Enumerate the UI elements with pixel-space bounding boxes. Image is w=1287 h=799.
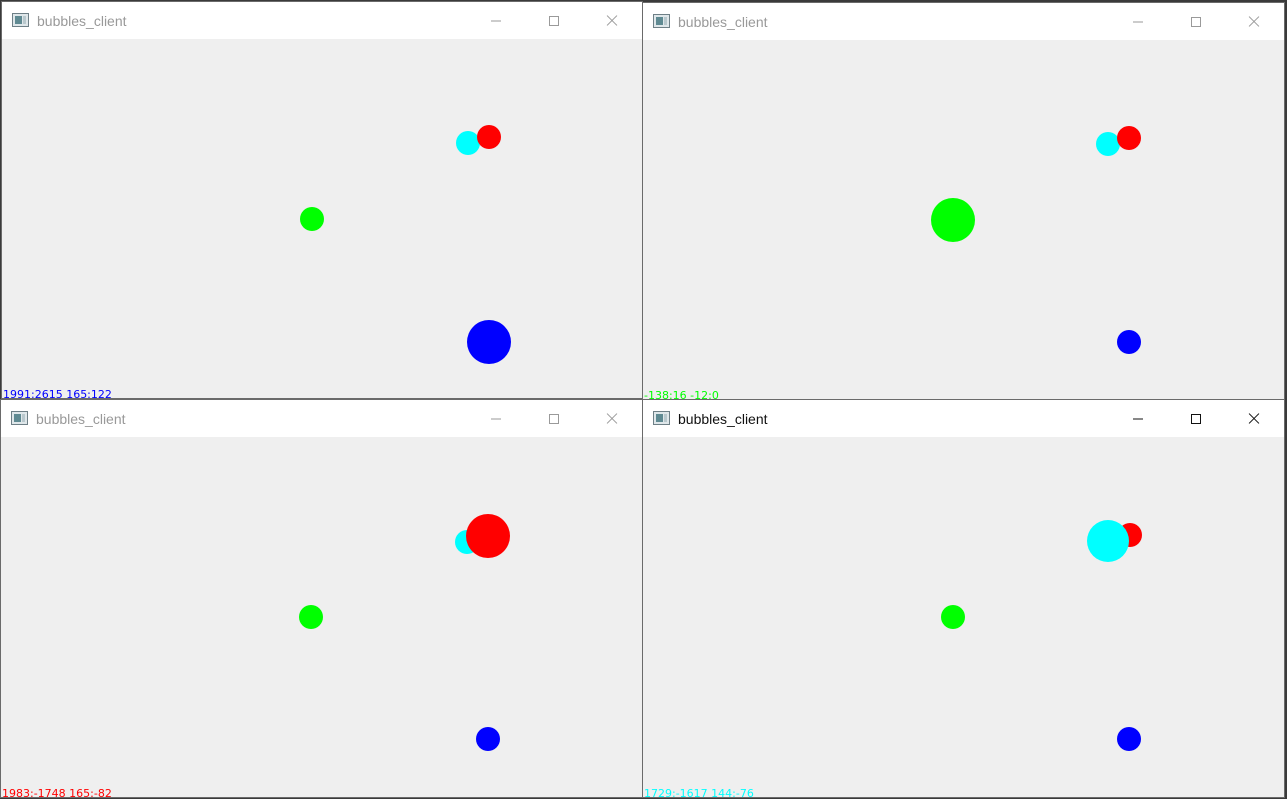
close-button[interactable]: [583, 400, 641, 437]
status-readout: 1729:-1617 144:-76: [644, 787, 754, 798]
bubble-canvas[interactable]: 1983:-1748 165:-82: [1, 437, 642, 797]
app-window-icon: [653, 14, 670, 28]
title-bar[interactable]: bubbles_client: [1, 400, 642, 437]
minimize-button[interactable]: [1109, 3, 1167, 40]
close-button[interactable]: [583, 2, 641, 39]
desktop: bubbles_client 1991:2615 165:122 bubbles…: [0, 0, 1287, 799]
close-icon: [605, 14, 619, 28]
maximize-icon: [549, 413, 559, 424]
red-bubble: [1117, 126, 1141, 150]
maximize-button[interactable]: [1167, 3, 1225, 40]
close-icon: [1247, 412, 1261, 426]
bubbles-window-top-right[interactable]: bubbles_client -138:16 -12:0: [642, 2, 1285, 400]
close-button[interactable]: [1225, 400, 1283, 437]
window-title: bubbles_client: [678, 14, 768, 30]
bubble-canvas[interactable]: 1729:-1617 144:-76: [643, 437, 1284, 797]
green-bubble: [300, 207, 324, 231]
minimize-button[interactable]: [1109, 400, 1167, 437]
app-window-icon: [653, 411, 670, 425]
title-bar[interactable]: bubbles_client: [643, 3, 1284, 40]
maximize-button[interactable]: [525, 400, 583, 437]
title-bar[interactable]: bubbles_client: [2, 2, 642, 39]
cyan-bubble: [1087, 520, 1129, 562]
green-bubble: [931, 198, 975, 242]
window-title: bubbles_client: [37, 13, 127, 29]
close-icon: [605, 412, 619, 426]
bubble-canvas[interactable]: -138:16 -12:0: [643, 40, 1284, 399]
maximize-icon: [1191, 413, 1201, 424]
green-bubble: [941, 605, 965, 629]
app-window-icon: [12, 13, 29, 27]
window-title: bubbles_client: [36, 411, 126, 427]
window-title: bubbles_client: [678, 411, 768, 427]
close-button[interactable]: [1225, 3, 1283, 40]
maximize-icon: [1191, 16, 1201, 27]
minimize-icon: [491, 418, 501, 419]
maximize-icon: [549, 15, 559, 26]
blue-bubble: [1117, 727, 1141, 751]
minimize-icon: [1133, 21, 1143, 22]
bubbles-window-top-left[interactable]: bubbles_client 1991:2615 165:122: [1, 1, 643, 399]
close-icon: [1247, 15, 1261, 29]
bubbles-window-bottom-right[interactable]: bubbles_client 1729:-1617 144:-76: [642, 399, 1285, 798]
minimize-button[interactable]: [467, 400, 525, 437]
red-bubble: [466, 514, 510, 558]
status-readout: 1983:-1748 165:-82: [2, 787, 112, 798]
red-bubble: [477, 125, 501, 149]
status-readout: 1991:2615 165:122: [3, 388, 112, 399]
blue-bubble: [476, 727, 500, 751]
green-bubble: [299, 605, 323, 629]
bubbles-window-bottom-left[interactable]: bubbles_client 1983:-1748 165:-82: [0, 399, 643, 798]
minimize-icon: [1133, 418, 1143, 419]
minimize-icon: [491, 20, 501, 21]
minimize-button[interactable]: [467, 2, 525, 39]
maximize-button[interactable]: [1167, 400, 1225, 437]
maximize-button[interactable]: [525, 2, 583, 39]
blue-bubble: [1117, 330, 1141, 354]
app-window-icon: [11, 411, 28, 425]
bubble-canvas[interactable]: 1991:2615 165:122: [2, 39, 642, 398]
title-bar[interactable]: bubbles_client: [643, 400, 1284, 437]
blue-bubble: [467, 320, 511, 364]
